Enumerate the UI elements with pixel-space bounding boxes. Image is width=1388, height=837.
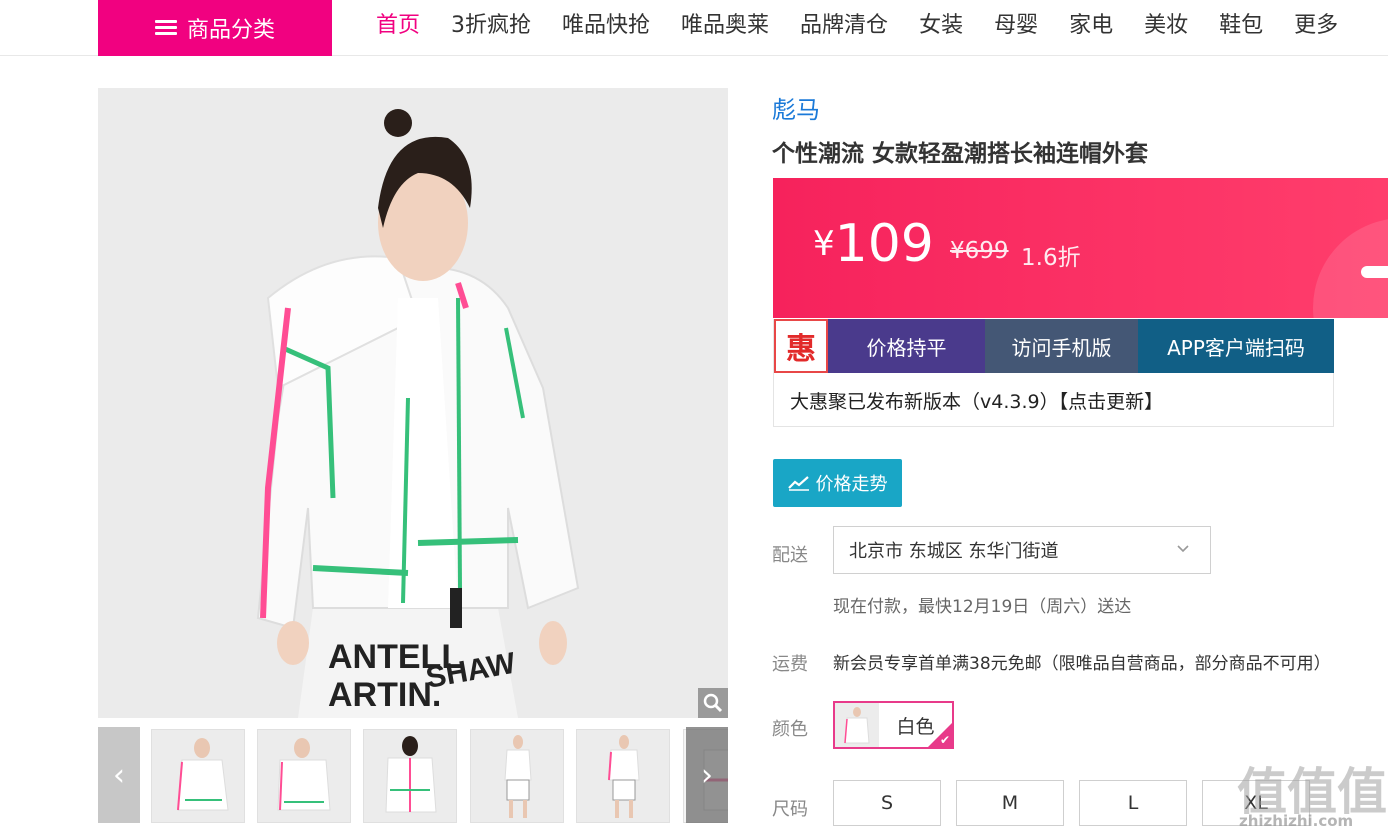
thumbnail-5[interactable] — [576, 729, 670, 823]
watermark-domain: zhizhizhi.com — [1239, 812, 1354, 830]
original-price: ¥699 — [950, 238, 1009, 264]
color-label: 颜色 — [772, 719, 808, 740]
plugin-logo-icon[interactable]: 惠 — [774, 319, 828, 373]
top-nav: 商品分类 首页 3折疯抢 唯品快抢 唯品奥莱 品牌清仓 女装 母婴 家电 美妆 … — [0, 0, 1388, 56]
product-photo: ANTELL ARTIN. SHAW — [98, 88, 728, 718]
current-price: ¥109 — [813, 214, 934, 274]
main-nav: 首页 3折疯抢 唯品快抢 唯品奥莱 品牌清仓 女装 母婴 家电 美妆 鞋包 更多 — [376, 0, 1369, 46]
nav-item-baby[interactable]: 母婴 — [994, 7, 1038, 39]
size-label: 尺码 — [772, 799, 808, 820]
freight-label: 运费 — [772, 654, 808, 675]
tab-app-scan[interactable]: APP客户端扫码 — [1138, 319, 1334, 373]
category-menu-button[interactable]: 商品分类 — [98, 0, 332, 56]
nav-item-flash-30[interactable]: 3折疯抢 — [451, 7, 531, 39]
price-value: 109 — [834, 214, 934, 274]
discount-label: 1.6折 — [1021, 245, 1081, 271]
price-trend-label: 价格走势 — [815, 474, 888, 495]
zoom-button[interactable] — [698, 688, 728, 718]
color-thumbnail — [835, 703, 879, 747]
nav-item-quick-buy[interactable]: 唯品快抢 — [562, 7, 650, 39]
category-menu-label: 商品分类 — [186, 18, 275, 43]
thumbnail-4[interactable] — [470, 729, 564, 823]
nav-item-home[interactable]: 首页 — [376, 7, 420, 39]
nav-item-clearance[interactable]: 品牌清仓 — [800, 7, 888, 39]
menu-icon — [154, 20, 177, 36]
magnifier-icon — [703, 693, 723, 713]
chevron-left-icon: ‹ — [113, 757, 125, 793]
svg-text:ARTIN.: ARTIN. — [328, 676, 441, 714]
thumbnail-3[interactable] — [363, 729, 457, 823]
thumbnail-2[interactable] — [257, 729, 351, 823]
price-plugin-panel: 惠 价格持平 访问手机版 APP客户端扫码 大惠聚已发布新版本（v4.3.9）【… — [773, 319, 1334, 427]
price-trend-button[interactable]: 价格走势 — [773, 459, 902, 507]
tab-mobile-version[interactable]: 访问手机版 — [985, 319, 1138, 373]
color-option-white[interactable]: 白色 ✔ — [833, 701, 954, 749]
price-banner: ¥109 ¥699 1.6折 — [773, 178, 1388, 318]
size-option-s[interactable]: S — [833, 780, 941, 826]
size-option-l[interactable]: L — [1079, 780, 1187, 826]
address-value: 北京市 东城区 东华门街道 — [849, 541, 1059, 562]
delivery-label: 配送 — [772, 545, 808, 566]
brand-link[interactable]: 彪马 — [772, 90, 820, 125]
nav-item-outlet[interactable]: 唯品奥莱 — [681, 7, 769, 39]
currency-symbol: ¥ — [813, 224, 835, 264]
freight-info: 新会员专享首单满38元免邮（限唯品自营商品，部分商品不可用） — [833, 654, 1331, 674]
delivery-estimate: 现在付款，最快12月19日（周六）送达 — [833, 597, 1132, 617]
nav-item-shoes-bags[interactable]: 鞋包 — [1219, 7, 1263, 39]
plugin-tabs: 惠 价格持平 访问手机版 APP客户端扫码 — [774, 319, 1334, 373]
product-title: 个性潮流 女款轻盈潮搭长袖连帽外套 — [772, 141, 1149, 167]
tab-price-flat[interactable]: 价格持平 — [828, 319, 985, 373]
nav-item-appliances[interactable]: 家电 — [1069, 7, 1113, 39]
banner-decoration-bar — [1361, 266, 1388, 278]
chevron-down-icon — [1177, 545, 1189, 553]
product-main-image[interactable]: ANTELL ARTIN. SHAW — [98, 88, 728, 718]
thumbnail-strip: ‹ › — [98, 727, 728, 823]
chevron-right-icon: › — [701, 757, 713, 793]
size-option-m[interactable]: M — [956, 780, 1064, 826]
plugin-update-message[interactable]: 大惠聚已发布新版本（v4.3.9）【点击更新】 — [790, 387, 1163, 414]
nav-item-beauty[interactable]: 美妆 — [1144, 7, 1188, 39]
trend-chart-icon — [787, 476, 809, 491]
site-watermark: 值值值 zhizhizhi.com — [1237, 752, 1387, 837]
nav-item-more[interactable]: 更多 — [1294, 7, 1338, 39]
nav-item-women[interactable]: 女装 — [919, 7, 963, 39]
check-icon: ✔ — [939, 733, 950, 747]
thumb-prev-button[interactable]: ‹ — [98, 727, 140, 823]
thumbnail-1[interactable] — [151, 729, 245, 823]
thumb-next-button[interactable]: › — [686, 727, 728, 823]
address-select[interactable]: 北京市 东城区 东华门街道 — [833, 526, 1211, 574]
